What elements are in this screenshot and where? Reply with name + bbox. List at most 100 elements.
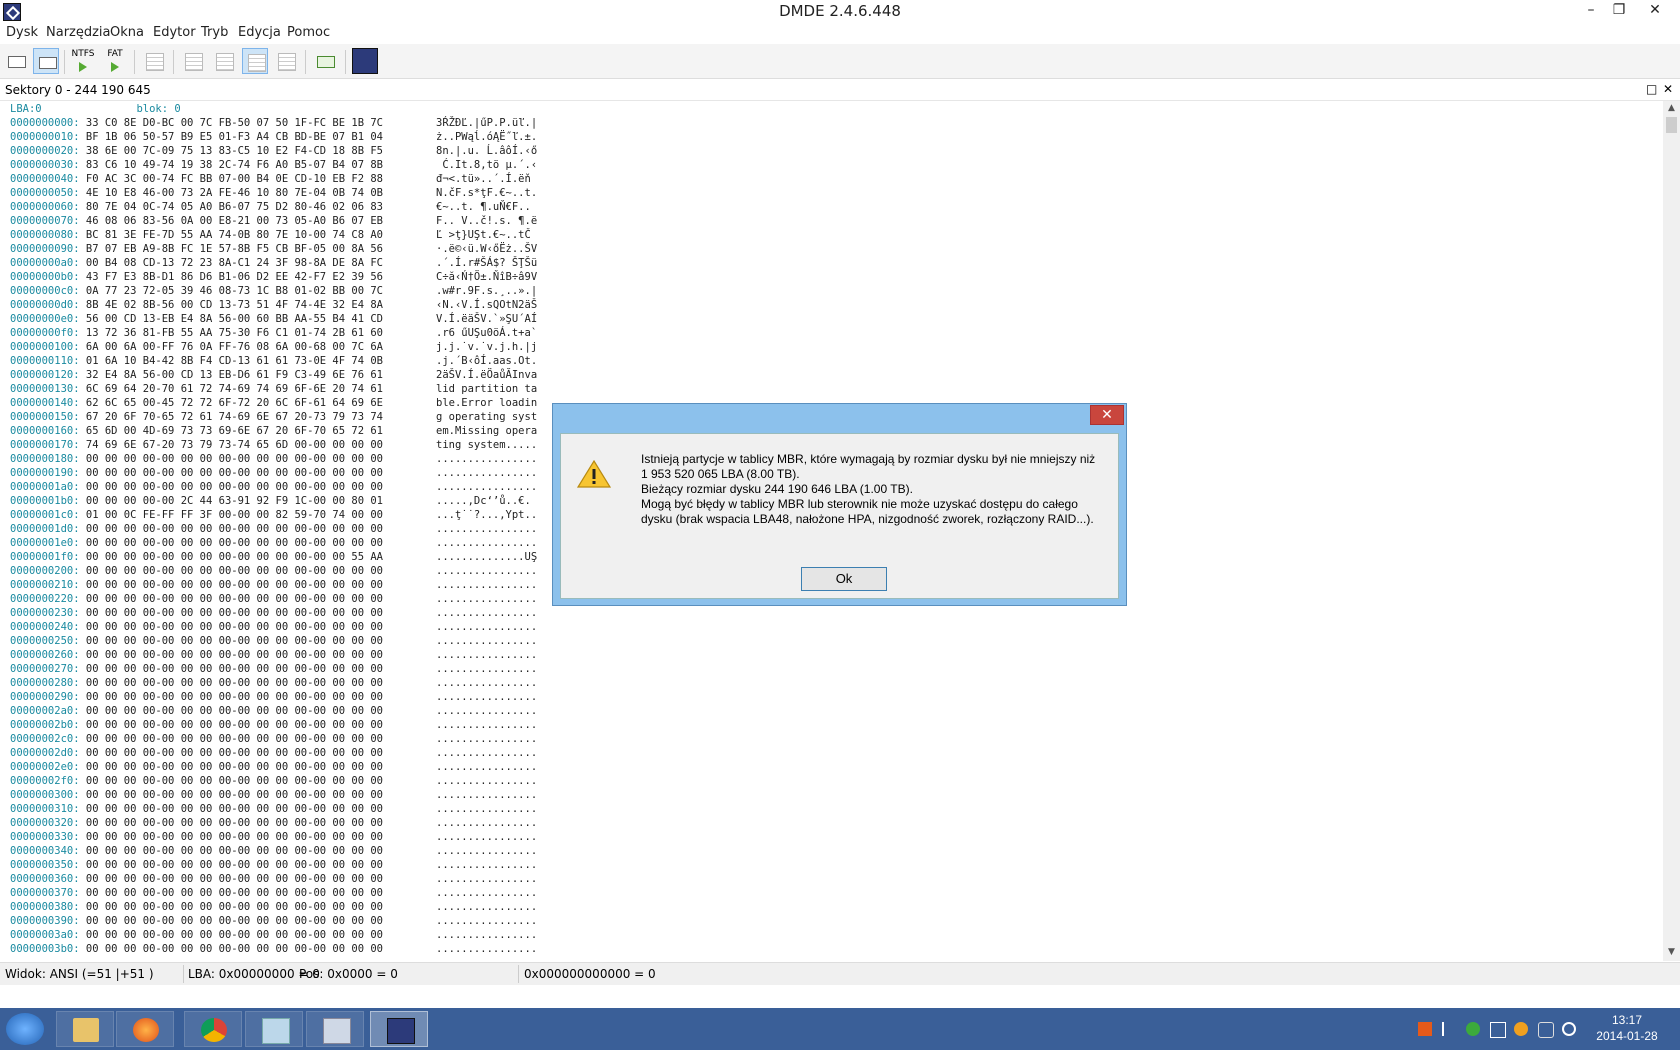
hex-bytes[interactable]: 13 72 36 81-FB 55 AA 75-30 F6 C1 01-74 2…: [86, 327, 383, 339]
menu-okna[interactable]: Okna: [110, 25, 144, 40]
hex-ascii[interactable]: Ľ >ţ}UŞt.€~..tČ: [436, 228, 537, 242]
security-icon[interactable]: [1466, 1022, 1480, 1036]
hex-ascii[interactable]: .´.Í.r#ŠÁ$? ŠŢŠü: [436, 256, 537, 270]
hex-ascii[interactable]: N.čF.s*ţF.€~..t.: [436, 186, 537, 200]
hex-bytes[interactable]: 6C 69 64 20-70 61 72 74-69 74 69 6F-6E 2…: [86, 383, 383, 395]
hex-ascii[interactable]: ................: [436, 802, 537, 816]
hex-ascii[interactable]: ................: [436, 620, 537, 634]
hex-row[interactable]: 0000000290: 00 00 00 00-00 00 00 00-00 0…: [10, 690, 537, 704]
hex-ascii[interactable]: ................: [436, 522, 537, 536]
scroll-up-icon[interactable]: ▲: [1663, 103, 1680, 113]
menu-edytor[interactable]: Edytor: [153, 25, 196, 40]
hex-bytes[interactable]: 00 00 00 00-00 00 00 00-00 00 00 00-00 0…: [86, 635, 383, 647]
hex-bytes[interactable]: 00 00 00 00-00 00 00 00-00 00 00 00-00 0…: [86, 845, 383, 857]
hex-row[interactable]: 0000000040: F0 AC 3C 00-74 FC BB 07-00 B…: [10, 172, 531, 186]
hex-row[interactable]: 00000002a0: 00 00 00 00-00 00 00 00-00 0…: [10, 704, 537, 718]
hex-ascii[interactable]: ................: [436, 578, 537, 592]
hex-bytes[interactable]: 00 00 00 00-00 00 00 00-00 00 00 00-00 0…: [86, 663, 383, 675]
hex-ascii[interactable]: .r6 űUŞu0öÁ.t+a`: [436, 326, 537, 340]
hex-ascii[interactable]: lid partition ta: [436, 382, 537, 396]
hex-ascii[interactable]: ................: [436, 648, 537, 662]
hex-bytes[interactable]: 00 00 00 00-00 00 00 00-00 00 00 00-00 0…: [86, 677, 383, 689]
hex-bytes[interactable]: F0 AC 3C 00-74 FC BB 07-00 B4 0E CD-10 E…: [86, 173, 383, 185]
hex-ascii[interactable]: .....,Dc‘’ů..€.: [436, 494, 531, 508]
hex-row[interactable]: 0000000140: 62 6C 65 00-45 72 72 6F-72 2…: [10, 396, 537, 410]
hex-ascii[interactable]: ................: [436, 606, 537, 620]
hex-ascii[interactable]: ................: [436, 662, 537, 676]
hex-bytes[interactable]: 00 00 00 00-00 00 00 00-00 00 00 00-00 0…: [86, 467, 383, 479]
hex-row[interactable]: 0000000200: 00 00 00 00-00 00 00 00-00 0…: [10, 564, 537, 578]
hex-row[interactable]: 00000003b0: 00 00 00 00-00 00 00 00-00 0…: [10, 942, 537, 956]
hex-ascii[interactable]: F.. V..č!.s. ¶.ë: [436, 214, 537, 228]
hex-ascii[interactable]: ................: [436, 690, 537, 704]
hex-ascii[interactable]: đ¬<.tü»..´.Í.ëň: [436, 172, 537, 186]
hex-bytes[interactable]: BC 81 3E FE-7D 55 AA 74-0B 80 7E 10-00 7…: [86, 229, 383, 241]
open-volume-button[interactable]: [141, 48, 167, 74]
hex-ascii[interactable]: ................: [436, 760, 537, 774]
hex-bytes[interactable]: 00 00 00 00-00 00 00 00-00 00 00 00-00 0…: [86, 943, 383, 955]
hex-row[interactable]: 0000000370: 00 00 00 00-00 00 00 00-00 0…: [10, 886, 537, 900]
copy-sectors-button[interactable]: [312, 48, 338, 74]
scroll-down-icon[interactable]: ▼: [1663, 947, 1680, 957]
hex-ascii[interactable]: ................: [436, 774, 537, 788]
hex-row[interactable]: 00000001f0: 00 00 00 00-00 00 00 00-00 0…: [10, 550, 537, 564]
hex-ascii[interactable]: ting system.....: [436, 438, 537, 452]
hex-ascii[interactable]: Ć.It.8,tö µ.´.‹: [436, 158, 537, 172]
hex-row[interactable]: 0000000240: 00 00 00 00-00 00 00 00-00 0…: [10, 620, 537, 634]
taskbar-notepad[interactable]: [245, 1011, 303, 1047]
hex-bytes[interactable]: 00 00 00 00-00 00 00 00-00 00 00 00-00 0…: [86, 789, 383, 801]
vertical-scrollbar[interactable]: ▲ ▼: [1663, 101, 1680, 961]
hex-bytes[interactable]: 33 C0 8E D0-BC 00 7C FB-50 07 50 1F-FC B…: [86, 117, 383, 129]
hex-bytes[interactable]: 00 00 00 00-00 00 00 00-00 00 00 00-00 0…: [86, 761, 383, 773]
hex-bytes[interactable]: 83 C6 10 49-74 19 38 2C-74 F6 A0 B5-07 B…: [86, 159, 383, 171]
hex-row[interactable]: 00000002d0: 00 00 00 00-00 00 00 00-00 0…: [10, 746, 537, 760]
hex-row[interactable]: 00000001b0: 00 00 00 00-00 2C 44 63-91 9…: [10, 494, 531, 508]
hex-ascii[interactable]: ................: [436, 816, 537, 830]
hex-row[interactable]: 00000000a0: 00 B4 08 CD-13 72 23 8A-C1 2…: [10, 256, 537, 270]
hex-row[interactable]: 0000000360: 00 00 00 00-00 00 00 00-00 0…: [10, 872, 537, 886]
menu-narzedzia[interactable]: Narzędzia: [46, 25, 111, 40]
hex-bytes[interactable]: 4E 10 E8 46-00 73 2A FE-46 10 80 7E-04 0…: [86, 187, 383, 199]
clock[interactable]: 13:17 2014-01-28: [1592, 1012, 1662, 1044]
hex-ascii[interactable]: ................: [436, 900, 537, 914]
hex-row[interactable]: 0000000220: 00 00 00 00-00 00 00 00-00 0…: [10, 592, 537, 606]
taskbar-chrome[interactable]: [184, 1011, 242, 1047]
panel-close-button[interactable]: ✕: [1663, 82, 1673, 96]
hex-bytes[interactable]: 00 00 00 00-00 00 00 00-00 00 00 00-00 0…: [86, 747, 383, 759]
network-icon[interactable]: [1490, 1022, 1506, 1038]
hex-ascii[interactable]: ................: [436, 466, 537, 480]
hex-bytes[interactable]: 6A 00 6A 00-FF 76 0A FF-76 08 6A 00-68 0…: [86, 341, 383, 353]
hex-bytes[interactable]: 00 00 00 00-00 2C 44 63-91 92 F9 1C-00 0…: [86, 495, 383, 507]
menu-edycja[interactable]: Edycja: [238, 25, 281, 40]
hex-bytes[interactable]: 00 00 00 00-00 00 00 00-00 00 00 00-00 0…: [86, 929, 383, 941]
hex-bytes[interactable]: 00 00 00 00-00 00 00 00-00 00 00 00-00 0…: [86, 607, 383, 619]
hex-bytes[interactable]: 00 00 00 00-00 00 00 00-00 00 00 00-00 0…: [86, 705, 383, 717]
speaker-icon[interactable]: [1538, 1022, 1554, 1038]
taskbar-control-panel[interactable]: [306, 1011, 364, 1047]
hex-row[interactable]: 0000000300: 00 00 00 00-00 00 00 00-00 0…: [10, 788, 537, 802]
hex-row[interactable]: 0000000070: 46 08 06 83-56 0A 00 E8-21 0…: [10, 214, 537, 228]
hex-ascii[interactable]: 8n.|.u. Ĺ.âôÍ.‹ő: [436, 144, 537, 158]
hex-bytes[interactable]: 00 00 00 00-00 00 00 00-00 00 00 00-00 0…: [86, 481, 383, 493]
hex-bytes[interactable]: 00 00 00 00-00 00 00 00-00 00 00 00-00 0…: [86, 537, 383, 549]
update-icon[interactable]: [1514, 1022, 1528, 1036]
hex-bytes[interactable]: 00 00 00 00-00 00 00 00-00 00 00 00-00 0…: [86, 579, 383, 591]
hex-row[interactable]: 0000000190: 00 00 00 00-00 00 00 00-00 0…: [10, 466, 537, 480]
hex-row[interactable]: 0000000020: 38 6E 00 7C-09 75 13 83-C5 1…: [10, 144, 537, 158]
hex-ascii[interactable]: ................: [436, 928, 537, 942]
hex-row[interactable]: 00000001a0: 00 00 00 00-00 00 00 00-00 0…: [10, 480, 537, 494]
hex-bytes[interactable]: 00 00 00 00-00 00 00 00-00 00 00 00-00 0…: [86, 565, 383, 577]
hex-row[interactable]: 0000000380: 00 00 00 00-00 00 00 00-00 0…: [10, 900, 537, 914]
hex-ascii[interactable]: ................: [436, 452, 537, 466]
hex-ascii[interactable]: ................: [436, 634, 537, 648]
hex-ascii[interactable]: j.j.˙v.˙v.j.h.|j: [436, 340, 537, 354]
hex-row[interactable]: 0000000260: 00 00 00 00-00 00 00 00-00 0…: [10, 648, 537, 662]
hex-ascii[interactable]: ................: [436, 844, 537, 858]
hex-bytes[interactable]: 32 E4 8A 56-00 CD 13 EB-D6 61 F9 C3-49 6…: [86, 369, 383, 381]
menu-tryb[interactable]: Tryb: [201, 25, 228, 40]
hex-ascii[interactable]: ................: [436, 592, 537, 606]
hex-row[interactable]: 0000000210: 00 00 00 00-00 00 00 00-00 0…: [10, 578, 537, 592]
hex-row[interactable]: 00000002b0: 00 00 00 00-00 00 00 00-00 0…: [10, 718, 537, 732]
hex-row[interactable]: 0000000250: 00 00 00 00-00 00 00 00-00 0…: [10, 634, 537, 648]
hex-ascii[interactable]: ................: [436, 536, 537, 550]
